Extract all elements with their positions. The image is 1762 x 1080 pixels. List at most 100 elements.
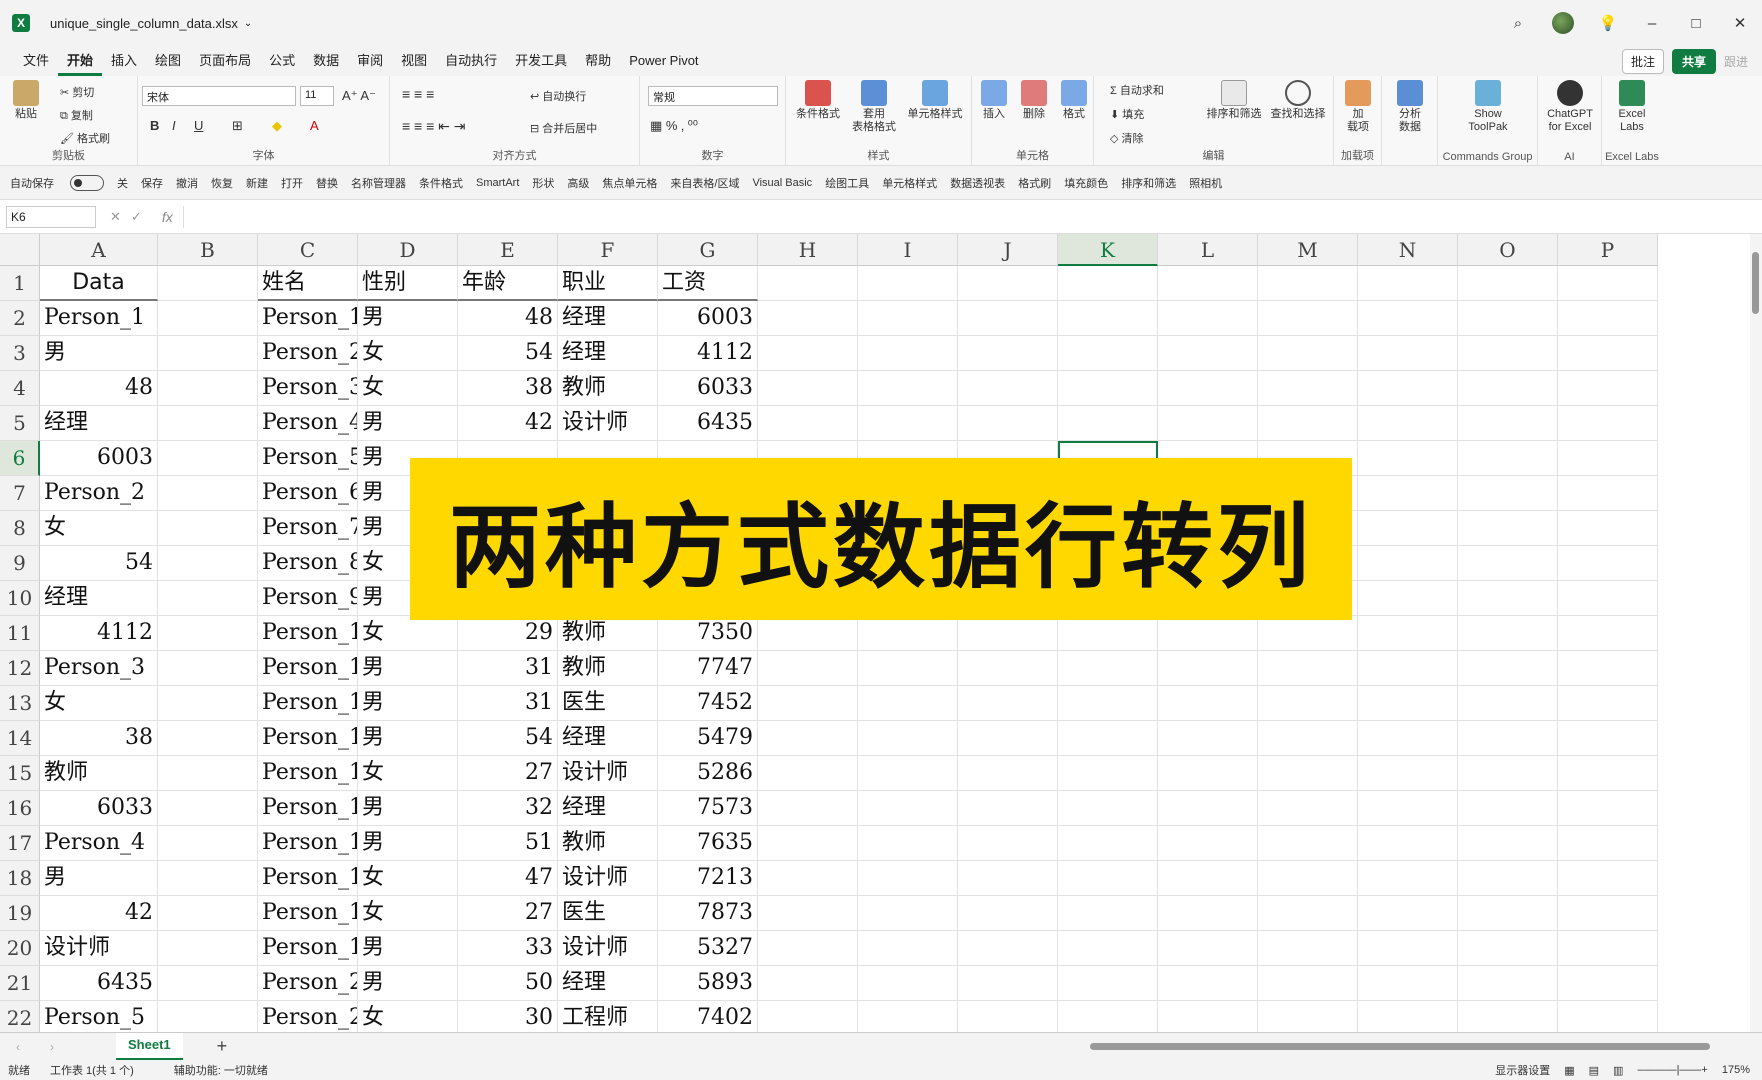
column-header[interactable]: M: [1258, 234, 1358, 266]
cell-D19[interactable]: 女: [358, 896, 458, 931]
cell-G16[interactable]: 7573: [658, 791, 758, 826]
cell-D2[interactable]: 男: [358, 301, 458, 336]
cell-I15[interactable]: [858, 756, 958, 791]
row-header[interactable]: 1: [0, 266, 40, 301]
tab-4[interactable]: 页面布局: [190, 46, 260, 76]
cell-K18[interactable]: [1058, 861, 1158, 896]
align-top-icon[interactable]: ≡ ≡ ≡: [402, 86, 434, 102]
column-header[interactable]: H: [758, 234, 858, 266]
cell-E11[interactable]: 29: [458, 616, 558, 651]
cell-B13[interactable]: [158, 686, 258, 721]
tab-11[interactable]: 帮助: [576, 46, 620, 76]
cell-I14[interactable]: [858, 721, 958, 756]
cell-M12[interactable]: [1258, 651, 1358, 686]
cell-B4[interactable]: [158, 371, 258, 406]
cell-G3[interactable]: 4112: [658, 336, 758, 371]
cell-N22[interactable]: [1358, 1001, 1458, 1036]
cell-N9[interactable]: [1358, 546, 1458, 581]
cell-H1[interactable]: [758, 266, 858, 301]
cell-J18[interactable]: [958, 861, 1058, 896]
cell-D21[interactable]: 男: [358, 966, 458, 1001]
cell-P14[interactable]: [1558, 721, 1658, 756]
cell-O22[interactable]: [1458, 1001, 1558, 1036]
cell-K3[interactable]: [1058, 336, 1158, 371]
tab-0[interactable]: 文件: [14, 46, 58, 76]
qat-item-21[interactable]: 排序和筛选: [1121, 175, 1176, 191]
select-all-corner[interactable]: [0, 234, 40, 266]
cell-A16[interactable]: 6033: [40, 791, 158, 826]
cut-button[interactable]: ✂ 剪切: [60, 84, 94, 100]
cell-E2[interactable]: 48: [458, 301, 558, 336]
row-header[interactable]: 7: [0, 476, 40, 511]
cell-L16[interactable]: [1158, 791, 1258, 826]
cell-E19[interactable]: 27: [458, 896, 558, 931]
column-header[interactable]: K: [1058, 234, 1158, 266]
cell-K15[interactable]: [1058, 756, 1158, 791]
cell-F11[interactable]: 教师: [558, 616, 658, 651]
cell-G22[interactable]: 7402: [658, 1001, 758, 1036]
enter-icon[interactable]: ✓: [131, 209, 142, 225]
cell-B14[interactable]: [158, 721, 258, 756]
cell-K2[interactable]: [1058, 301, 1158, 336]
align-left-icon[interactable]: ≡ ≡ ≡ ⇤ ⇥: [402, 118, 466, 135]
cell-I3[interactable]: [858, 336, 958, 371]
cell-M3[interactable]: [1258, 336, 1358, 371]
cell-G19[interactable]: 7873: [658, 896, 758, 931]
cell-E20[interactable]: 33: [458, 931, 558, 966]
cell-B18[interactable]: [158, 861, 258, 896]
cell-A18[interactable]: 男: [40, 861, 158, 896]
cell-B12[interactable]: [158, 651, 258, 686]
cell-O12[interactable]: [1458, 651, 1558, 686]
paste-button[interactable]: 粘贴: [8, 80, 44, 121]
format-as-table-button[interactable]: 套用 表格格式: [846, 80, 902, 134]
cell-P11[interactable]: [1558, 616, 1658, 651]
cell-L2[interactable]: [1158, 301, 1258, 336]
qat-item-15[interactable]: Visual Basic: [752, 177, 812, 189]
display-settings[interactable]: 显示器设置: [1495, 1062, 1550, 1078]
cell-N19[interactable]: [1358, 896, 1458, 931]
underline-button[interactable]: U: [194, 118, 203, 133]
cell-O2[interactable]: [1458, 301, 1558, 336]
cell-I17[interactable]: [858, 826, 958, 861]
row-header[interactable]: 9: [0, 546, 40, 581]
cell-A14[interactable]: 38: [40, 721, 158, 756]
cell-A5[interactable]: 经理: [40, 406, 158, 441]
cell-G17[interactable]: 7635: [658, 826, 758, 861]
cell-D1[interactable]: 性别: [358, 266, 458, 301]
cell-N4[interactable]: [1358, 371, 1458, 406]
cell-L3[interactable]: [1158, 336, 1258, 371]
cell-J16[interactable]: [958, 791, 1058, 826]
cell-B6[interactable]: [158, 441, 258, 476]
cell-F2[interactable]: 经理: [558, 301, 658, 336]
qat-item-5[interactable]: 新建: [246, 175, 268, 191]
tab-9[interactable]: 自动执行: [436, 46, 506, 76]
cell-H2[interactable]: [758, 301, 858, 336]
cell-B17[interactable]: [158, 826, 258, 861]
cell-C10[interactable]: Person_9: [258, 581, 358, 616]
cell-M1[interactable]: [1258, 266, 1358, 301]
qat-item-3[interactable]: 撤消: [176, 175, 198, 191]
row-header[interactable]: 14: [0, 721, 40, 756]
cell-K13[interactable]: [1058, 686, 1158, 721]
cell-E3[interactable]: 54: [458, 336, 558, 371]
cell-K22[interactable]: [1058, 1001, 1158, 1036]
cell-J14[interactable]: [958, 721, 1058, 756]
qat-item-1[interactable]: 关: [117, 175, 128, 191]
cell-E14[interactable]: 54: [458, 721, 558, 756]
cell-O15[interactable]: [1458, 756, 1558, 791]
cell-D22[interactable]: 女: [358, 1001, 458, 1036]
cell-G21[interactable]: 5893: [658, 966, 758, 1001]
cell-D17[interactable]: 男: [358, 826, 458, 861]
cell-F20[interactable]: 设计师: [558, 931, 658, 966]
cell-J2[interactable]: [958, 301, 1058, 336]
cell-K4[interactable]: [1058, 371, 1158, 406]
cell-B7[interactable]: [158, 476, 258, 511]
cell-C4[interactable]: Person_3: [258, 371, 358, 406]
cell-G4[interactable]: 6033: [658, 371, 758, 406]
lightbulb-icon[interactable]: 💡: [1586, 0, 1630, 46]
cell-F22[interactable]: 工程师: [558, 1001, 658, 1036]
cell-H15[interactable]: [758, 756, 858, 791]
row-header[interactable]: 12: [0, 651, 40, 686]
cell-A7[interactable]: Person_2: [40, 476, 158, 511]
cell-L5[interactable]: [1158, 406, 1258, 441]
